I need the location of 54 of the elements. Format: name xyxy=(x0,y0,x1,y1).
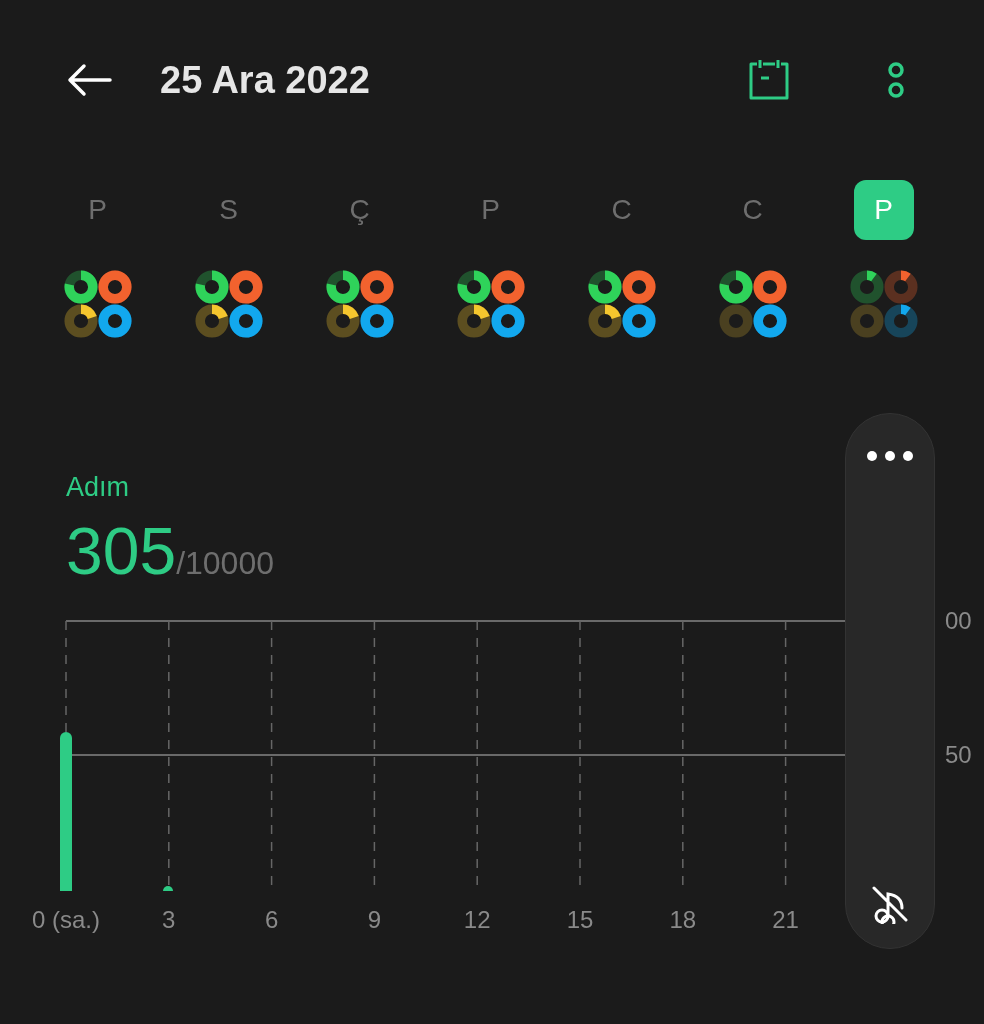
more-icon[interactable] xyxy=(887,61,905,99)
axis-label: 15 xyxy=(566,906,594,933)
progress-ring xyxy=(752,304,787,338)
axis-label: 6 xyxy=(264,906,279,933)
music-off-icon[interactable] xyxy=(870,884,910,924)
progress-ring xyxy=(63,304,98,338)
day-tab[interactable]: Ç xyxy=(329,180,390,240)
axis-label: 3 xyxy=(162,906,176,933)
progress-ring xyxy=(359,270,394,304)
day-tab[interactable]: P xyxy=(460,180,521,240)
more-icon[interactable] xyxy=(866,450,914,462)
steps-goal: /10000 xyxy=(176,545,274,582)
progress-ring xyxy=(621,304,656,338)
progress-ring xyxy=(490,304,525,338)
progress-ring xyxy=(456,304,491,338)
progress-ring xyxy=(228,304,263,338)
back-arrow-icon[interactable] xyxy=(66,63,112,97)
steps-label: Adım xyxy=(66,472,131,503)
progress-ring xyxy=(849,270,884,304)
steps-count: 305 xyxy=(66,513,177,589)
progress-ring xyxy=(587,304,622,338)
axis-label: 50 xyxy=(945,741,972,768)
day-tab[interactable]: C xyxy=(591,180,652,240)
day-tab[interactable]: C xyxy=(722,180,783,240)
progress-ring xyxy=(752,270,787,304)
progress-ring xyxy=(194,270,229,304)
date-title: 25 Ara 2022 xyxy=(160,58,370,102)
progress-ring xyxy=(228,270,263,304)
progress-ring xyxy=(325,304,360,338)
progress-ring xyxy=(97,304,132,338)
progress-ring xyxy=(718,304,753,338)
day-tab[interactable]: P xyxy=(853,180,914,240)
progress-ring xyxy=(718,270,753,304)
progress-ring xyxy=(621,270,656,304)
progress-ring xyxy=(883,270,918,304)
progress-ring xyxy=(490,270,525,304)
progress-ring xyxy=(359,304,394,338)
calendar-icon[interactable] xyxy=(747,58,791,102)
axis-label: 9 xyxy=(367,906,382,933)
axis-label: 0 (sa.) xyxy=(32,906,100,933)
progress-ring xyxy=(456,270,491,304)
axis-label: 21 xyxy=(772,906,799,933)
day-tab[interactable]: P xyxy=(67,180,128,240)
progress-ring xyxy=(97,270,132,304)
progress-ring xyxy=(63,270,98,304)
progress-ring xyxy=(883,304,918,338)
progress-ring xyxy=(325,270,360,304)
axis-label: 12 xyxy=(463,906,491,933)
day-tab[interactable]: S xyxy=(198,180,259,240)
progress-ring xyxy=(194,304,229,338)
axis-label: 18 xyxy=(669,906,697,933)
axis-label: 00 xyxy=(945,611,972,634)
progress-ring xyxy=(849,304,884,338)
progress-ring xyxy=(587,270,622,304)
